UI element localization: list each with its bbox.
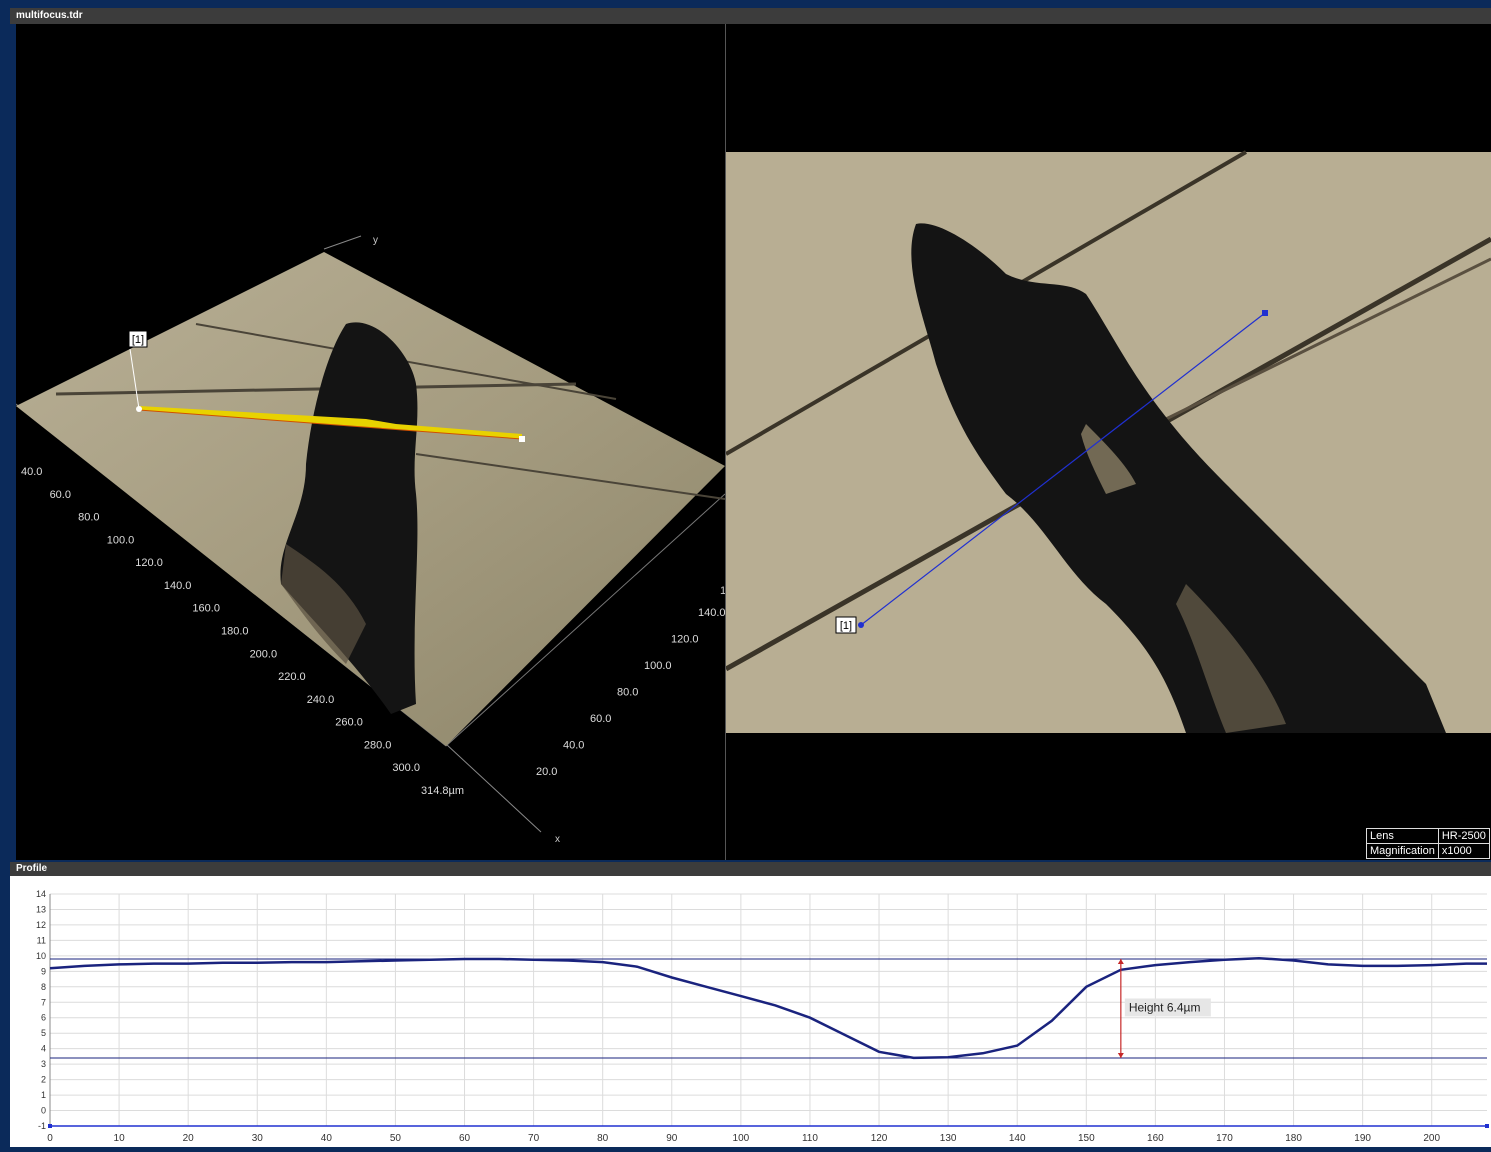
left-tick-label: 140.0	[164, 580, 192, 592]
left-tick-label: 40.0	[21, 466, 42, 478]
right-tick-label: 40.0	[563, 740, 584, 752]
magnification-value: x1000	[1437, 843, 1490, 859]
left-tick-label: 180.0	[221, 626, 249, 638]
marker-label: [1]	[132, 334, 144, 346]
right-tick-label: 20.0	[536, 766, 557, 778]
axis-y-label: y	[373, 235, 378, 246]
y-tick-label: 8	[41, 982, 46, 992]
left-tick-label: 120.0	[135, 557, 163, 569]
y-tick-label: 4	[41, 1044, 46, 1054]
marker-label: [1]	[840, 620, 852, 632]
x-tick-label: 50	[390, 1133, 402, 1144]
x-tick-label: 10	[114, 1133, 126, 1144]
x-tick-label: 180	[1285, 1133, 1302, 1144]
x-tick-label: 20	[183, 1133, 195, 1144]
right-tick-label: 60.0	[590, 713, 611, 725]
left-tick-label: 160.0	[192, 603, 220, 615]
y-tick-label: 5	[41, 1028, 46, 1038]
range-start-handle[interactable]	[48, 1124, 52, 1128]
view-2d[interactable]: [1] Lens HR-2500 Magnification x1000	[726, 24, 1491, 860]
right-tick-label: 120.0	[671, 634, 699, 646]
x-tick-label: 40	[321, 1133, 333, 1144]
x-tick-label: 70	[528, 1133, 540, 1144]
left-tick-label: 60.0	[50, 489, 71, 501]
right-tick-label: 80.0	[617, 687, 638, 699]
profile-chart-panel[interactable]: 0 10 20 30 40 50 60 70 80 90 100 110 120 130 140 150 160…	[10, 876, 1491, 1147]
y-tick-label: 9	[41, 966, 46, 976]
left-tick-label: 220.0	[278, 671, 306, 683]
y-tick-label: 6	[41, 1013, 46, 1023]
x-tick-label: 150	[1078, 1133, 1095, 1144]
view-2d-canvas[interactable]: [1]	[726, 24, 1491, 860]
y-tick-label: 10	[36, 951, 46, 961]
height-label: Height 6.4µm	[1129, 1000, 1201, 1014]
left-tick-label: 260.0	[335, 717, 363, 729]
profile-chart[interactable]: 0 10 20 30 40 50 60 70 80 90 100 110 120 130 140 150 160…	[10, 876, 1491, 1147]
x-tick-label: 130	[940, 1133, 957, 1144]
y-tick-label: 12	[36, 920, 46, 930]
height-marker[interactable]: Height 6.4µm	[1117, 958, 1211, 1058]
x-tick-label: 0	[47, 1133, 53, 1144]
reference-lines[interactable]	[50, 958, 1487, 1059]
profile-series-line	[49, 956, 1487, 1060]
right-tick-label: 140.0	[698, 607, 725, 619]
range-end-handle[interactable]	[1485, 1124, 1489, 1128]
chart-grid	[49, 893, 1487, 1127]
lens-value: HR-2500	[1437, 828, 1490, 844]
magnification-row: Magnification x1000	[1366, 843, 1490, 859]
left-tick-label: 280.0	[364, 739, 392, 751]
left-tick-label: 100.0	[107, 534, 135, 546]
app-window: multifocus.tdr [1] y x 1 40.0 60.0 80.0 …	[0, 0, 1491, 1149]
magnification-key: Magnification	[1366, 843, 1439, 859]
x-tick-label: 60	[459, 1133, 471, 1144]
x-tick-label: 190	[1354, 1133, 1371, 1144]
height-arrow-bottom	[1117, 1052, 1124, 1058]
lens-row: Lens HR-2500	[1366, 828, 1490, 844]
x-tick-label: 30	[252, 1133, 264, 1144]
left-tick-label: 240.0	[307, 694, 335, 706]
y-tick-label: 11	[37, 935, 46, 945]
x-tick-label: 140	[1009, 1133, 1026, 1144]
view-3d-canvas[interactable]: [1] y x 1 40.060.080.0100.0120.0140.0160…	[16, 24, 725, 860]
left-tick-label: 200.0	[250, 648, 278, 660]
right-tick-labels: 140.0 120.0 100.0 80.0 60.0 40.0 20.0	[536, 607, 725, 778]
right-tick-label: 100.0	[644, 660, 672, 672]
lens-key: Lens	[1366, 828, 1439, 844]
x-tick-label: 200	[1423, 1133, 1440, 1144]
left-tick-label: 300.0	[392, 762, 420, 774]
y-tick-label: 14	[36, 889, 46, 899]
y-tick-label: 7	[41, 997, 46, 1007]
x-tick-label: 90	[666, 1133, 678, 1144]
left-tick-label: 80.0	[78, 512, 99, 524]
y-tick-label: 3	[41, 1059, 46, 1069]
profile-end-handle[interactable]	[1262, 310, 1268, 316]
chart-axis-labels: 0 10 20 30 40 50 60 70 80 90 100 110 120 130 140 150 160…	[36, 889, 1441, 1144]
x-tick-label: 170	[1216, 1133, 1233, 1144]
x-tick-label: 110	[802, 1133, 818, 1144]
y-axis-line	[323, 235, 362, 250]
y-tick-label: 13	[36, 904, 46, 914]
y-tick-label: 0	[41, 1106, 46, 1116]
x-tick-label: 80	[597, 1133, 609, 1144]
x-tick-label: 100	[733, 1133, 750, 1144]
left-tick-label: 314.8µm	[421, 785, 464, 797]
window-title: multifocus.tdr	[10, 8, 1491, 24]
y-tick-label: 1	[41, 1090, 46, 1100]
height-arrow-top	[1117, 958, 1124, 964]
y-tick-label: -1	[38, 1121, 46, 1131]
axis-x-label: x	[555, 834, 560, 845]
y-tick-label: 2	[41, 1075, 46, 1085]
x-tick-label: 160	[1147, 1133, 1164, 1144]
profile-start-handle[interactable]	[858, 622, 864, 628]
x-tick-label: 120	[871, 1133, 888, 1144]
view-3d[interactable]: [1] y x 1 40.0 60.0 80.0 100.0 120.0 140.0 160…	[16, 24, 725, 860]
lens-info-table: Lens HR-2500 Magnification x1000	[1366, 828, 1490, 859]
profile-end-handle[interactable]	[519, 436, 525, 442]
profile-title: Profile	[10, 862, 1491, 876]
